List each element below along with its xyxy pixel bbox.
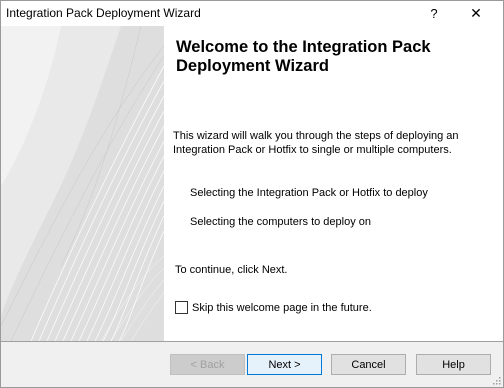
continue-instruction: To continue, click Next. bbox=[175, 264, 288, 276]
help-button[interactable]: Help bbox=[416, 354, 491, 375]
skip-welcome-label: Skip this welcome page in the future. bbox=[192, 301, 372, 314]
resize-grip-icon[interactable] bbox=[491, 375, 501, 385]
skip-welcome-option[interactable]: Skip this welcome page in the future. bbox=[175, 301, 372, 314]
close-icon[interactable]: ✕ bbox=[457, 1, 495, 26]
page-title: Welcome to the Integration Pack Deployme… bbox=[176, 38, 431, 75]
wizard-content: Welcome to the Integration Pack Deployme… bbox=[164, 26, 503, 341]
window-title: Integration Pack Deployment Wizard bbox=[6, 6, 201, 20]
intro-text: This wizard will walk you through the st… bbox=[173, 130, 459, 156]
title-bar: Integration Pack Deployment Wizard ? ✕ bbox=[1, 1, 503, 26]
help-icon[interactable]: ? bbox=[415, 1, 453, 26]
next-button[interactable]: Next > bbox=[247, 354, 322, 375]
wizard-window: Integration Pack Deployment Wizard ? ✕ W… bbox=[0, 0, 504, 388]
skip-welcome-checkbox[interactable] bbox=[175, 301, 188, 314]
cancel-button[interactable]: Cancel bbox=[331, 354, 406, 375]
swoosh-graphic bbox=[1, 26, 164, 341]
step-item: Selecting the Integration Pack or Hotfix… bbox=[190, 187, 428, 199]
step-item: Selecting the computers to deploy on bbox=[190, 216, 372, 228]
button-bar: < Back Next > Cancel Help bbox=[1, 342, 503, 387]
back-button[interactable]: < Back bbox=[170, 354, 245, 375]
decorative-side-panel bbox=[1, 26, 164, 341]
